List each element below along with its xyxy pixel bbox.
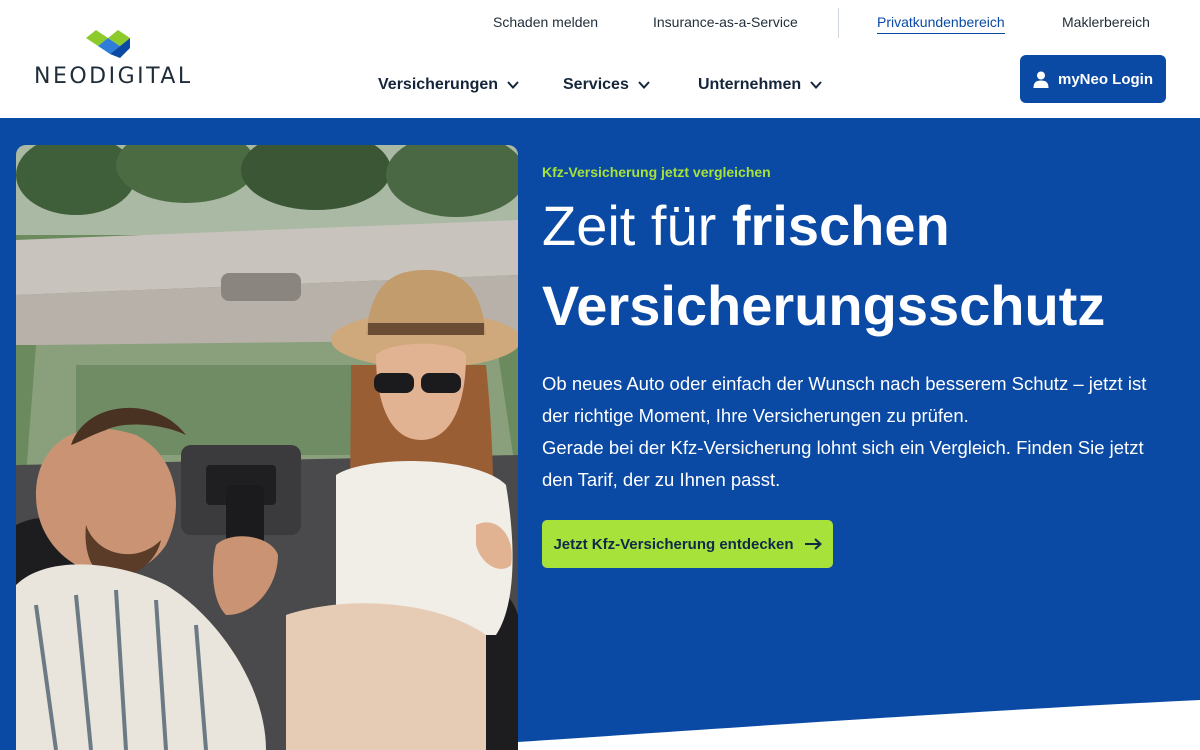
mainnav-services-label: Services [563,76,629,93]
mainnav-services[interactable]: Services [563,76,651,94]
topnav-insurance-as-a-service[interactable]: Insurance-as-a-Service [653,12,798,32]
topnav-privatkundenbereich[interactable]: Privatkundenbereich [877,12,1005,34]
hero-paragraph-1: Ob neues Auto oder einfach der Wunsch na… [542,373,1147,426]
user-icon [1033,71,1049,88]
arrow-right-icon [804,538,822,550]
cta-kfz-versicherung-button[interactable]: Jetzt Kfz-Versicherung entdecken [542,520,833,568]
chevron-down-icon [638,81,650,89]
mainnav-versicherungen[interactable]: Versicherungen [378,76,520,94]
chevron-down-icon [810,81,822,89]
hero-eyebrow: Kfz-Versicherung jetzt vergleichen [542,164,771,180]
hero-bottom-wave [518,700,1200,750]
hero-body: Ob neues Auto oder einfach der Wunsch na… [542,368,1172,496]
mainnav-unternehmen[interactable]: Unternehmen [698,76,823,94]
myneo-login-label: myNeo Login [1057,70,1153,88]
hero-headline-bold-1: frischen [731,194,950,257]
hero-paragraph-2: Gerade bei der Kfz-Versicherung lohnt si… [542,437,1144,490]
hero-section: Kfz-Versicherung jetzt vergleichen Zeit … [0,118,1200,750]
top-navigation: Schaden melden Insurance-as-a-Service Pr… [0,8,1200,38]
topnav-maklerbereich[interactable]: Maklerbereich [1062,12,1150,32]
hero-headline-light: Zeit für [542,194,717,257]
myneo-login-button[interactable]: myNeo Login [1020,55,1166,103]
logo-wordmark: NEODIGITAL [34,64,193,89]
topnav-divider [838,8,839,38]
mainnav-versicherungen-label: Versicherungen [378,76,499,93]
topnav-schaden-melden[interactable]: Schaden melden [493,12,598,32]
mainnav-unternehmen-label: Unternehmen [698,76,802,93]
hero-photo-couple-in-car [16,145,518,750]
cta-label: Jetzt Kfz-Versicherung entdecken [553,535,794,553]
hero-headline-bold-2: Versicherungsschutz [542,274,1106,337]
hero-headline: Zeit für frischen Versicherungsschutz [542,186,1182,346]
chevron-down-icon [507,81,519,89]
site-header: NEODIGITAL Schaden melden Insurance-as-a… [0,0,1200,118]
